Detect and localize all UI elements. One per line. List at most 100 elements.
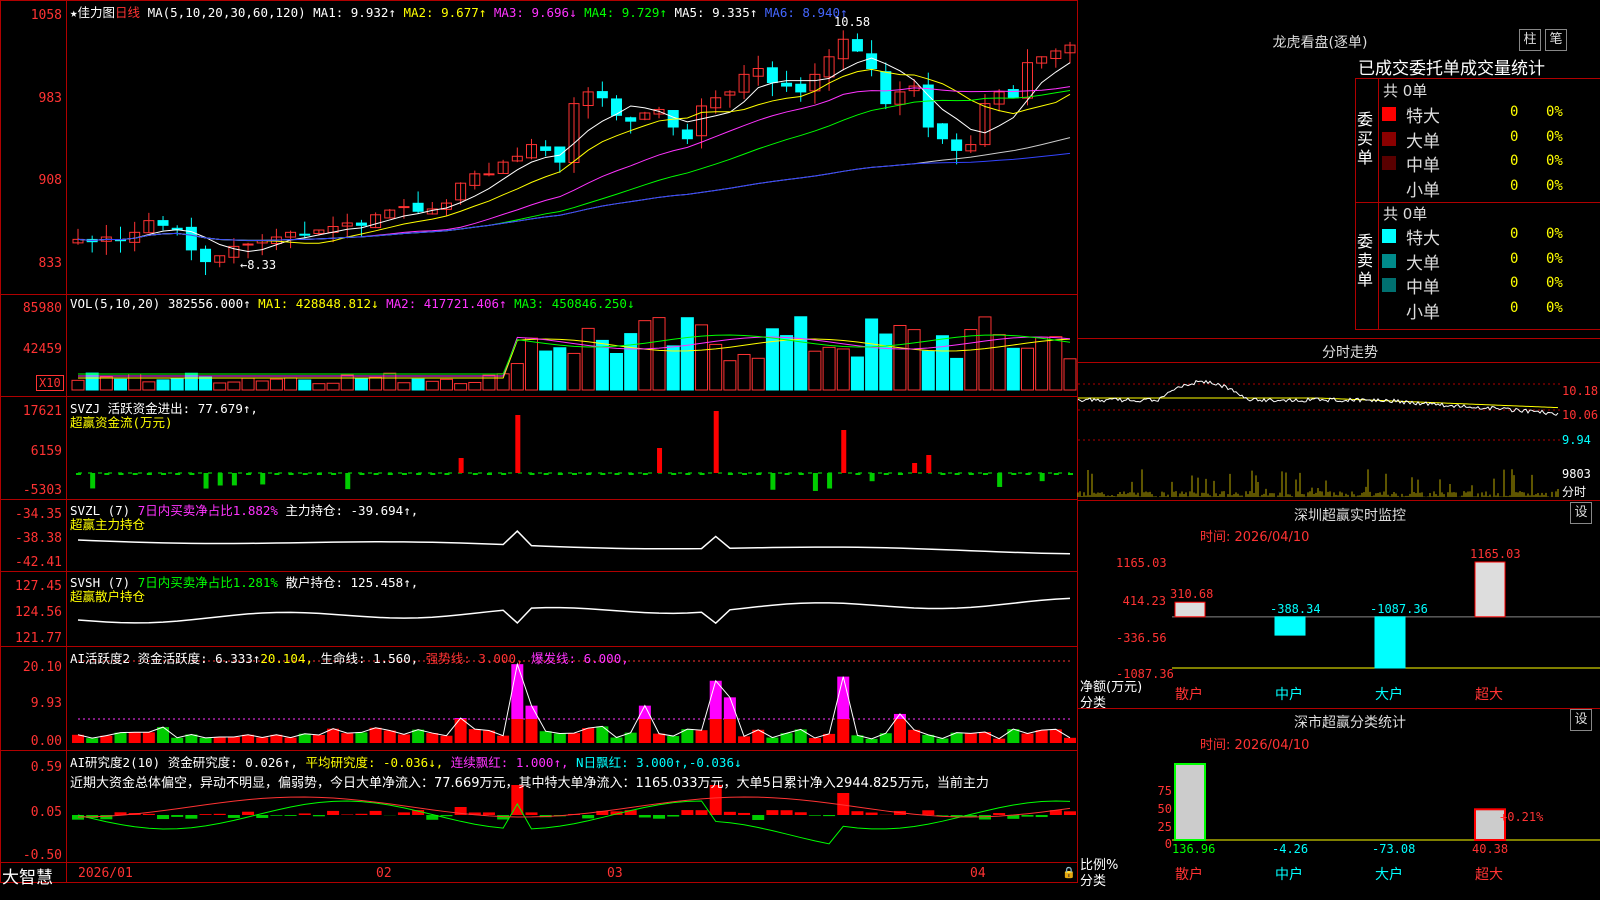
svsh-hold: 散户持仓: 125.458↑, — [285, 575, 419, 590]
svzj-bar — [104, 473, 110, 475]
ai-research-bar — [922, 810, 935, 815]
sell-side-label: 委卖单 — [1357, 232, 1374, 289]
vol-ma2: MA2: 417721.406↑ — [386, 296, 507, 311]
stats-cat-1: 中户 — [1275, 867, 1303, 883]
svzj-bar — [189, 473, 195, 475]
volume-bar — [950, 357, 964, 391]
candle-body — [398, 206, 410, 209]
vol-axis-1: 85980 — [22, 301, 62, 316]
volume-bar — [1063, 358, 1077, 391]
svzj-bar — [798, 473, 804, 475]
volume-bar — [907, 329, 921, 391]
svzj-bar — [982, 473, 988, 475]
buy-swatch-0 — [1382, 107, 1396, 121]
volume-bar — [114, 378, 128, 391]
volume-bar — [354, 378, 368, 391]
stats-cat-0: 散户 — [1175, 867, 1203, 883]
ai-research-bar — [270, 815, 283, 816]
ai-research-bar — [227, 815, 240, 818]
vol-label[interactable]: VOL(5,10,20) — [70, 296, 160, 311]
ai-research-avg-line — [77, 800, 1071, 845]
ai-active-label[interactable]: AI活跃度2 — [70, 651, 130, 666]
buy-row-pct-1: 0% — [1546, 128, 1563, 145]
ai-active-axis-1: 20.10 — [22, 660, 62, 675]
sell-row-count-0: 0 — [1510, 226, 1519, 242]
ai-research-bar — [936, 815, 949, 816]
ai-active-bar — [865, 738, 878, 743]
brand-label: 大智慧 — [2, 868, 53, 888]
volume-ma-line — [78, 338, 1071, 379]
volume-bar — [510, 363, 524, 391]
sell-row-count-3: 0 — [1510, 299, 1519, 316]
sz-monitor-time: 时间: 2026/04/10 — [1200, 530, 1310, 545]
svzj-bar — [260, 473, 266, 485]
volume-bar — [666, 345, 680, 391]
ai-active-bar — [964, 733, 977, 743]
svzj-bar — [501, 473, 507, 475]
volume-bar — [170, 378, 184, 391]
btn-bi[interactable]: 笔 — [1545, 29, 1567, 51]
volume-bar — [581, 327, 595, 391]
svzj-bar — [1011, 473, 1017, 475]
ai-active-bar — [893, 719, 906, 743]
ai-active-bar — [171, 737, 184, 743]
sz-bar-2 — [1374, 616, 1406, 669]
ai-research-bar — [525, 812, 538, 815]
ai-active-burst-bar — [837, 676, 850, 719]
ai-research-v4: N日飘红: 3.000↑, — [576, 755, 689, 770]
volume-bar — [1049, 336, 1063, 391]
lhb-label-divider — [1378, 78, 1379, 330]
volume-bar — [822, 346, 836, 391]
sz-monitor-settings[interactable]: 设 — [1570, 502, 1592, 524]
vol-axis-2: 42459 — [22, 342, 62, 357]
volume-bar — [638, 320, 652, 391]
svzl-axis-3: -42.41 — [15, 555, 62, 570]
candle-body — [951, 139, 963, 151]
svzj-bar — [912, 463, 918, 473]
sz-stats-settings[interactable]: 设 — [1570, 709, 1592, 731]
buy-row-pct-3: 0% — [1546, 177, 1563, 194]
btn-zhu[interactable]: 柱 — [1519, 29, 1541, 51]
svsh-axis-2: 124.56 — [15, 605, 62, 620]
ai-active-v4: 强势线: 3.000, — [425, 651, 524, 666]
sz-cat-1: 中户 — [1275, 687, 1303, 703]
volume-bar — [610, 353, 624, 391]
stock-name[interactable]: ★佳力图 — [70, 5, 115, 20]
ai-research-bar — [284, 815, 297, 816]
ai-research-label[interactable]: AI研究度2(10) — [70, 755, 160, 770]
chart-canvas[interactable] — [0, 0, 1078, 883]
candle-body — [157, 220, 169, 226]
low-marker: ←8.33 — [240, 258, 277, 272]
lock-icon[interactable]: 🔒 — [1062, 866, 1076, 879]
svzj-bar — [827, 473, 833, 489]
volume-bar — [439, 378, 453, 391]
svzj-bar — [444, 473, 450, 475]
stats-axis-4: 0 — [1164, 837, 1172, 851]
vol-unit-box: X10 — [36, 375, 64, 391]
svsh-line — [77, 597, 1071, 625]
svzj-bar — [331, 473, 337, 475]
ai-active-bar — [936, 738, 949, 743]
period-label[interactable]: 日线 — [115, 5, 140, 20]
ai-research-bar — [808, 815, 821, 816]
svsh-axis-3: 121.77 — [15, 631, 62, 646]
ai-research-comment: 近期大资金总体偏空，异动不明显，偏弱势，今日大单净流入：77.669万元，其中特… — [70, 776, 989, 791]
ai-active-v2: 20.104, — [260, 651, 314, 666]
candle-body — [200, 248, 212, 263]
ai-active-bar — [709, 719, 722, 743]
ai-research-bar — [794, 812, 807, 815]
svzj-bar — [557, 473, 563, 475]
candle-body — [483, 173, 495, 176]
candle-body — [625, 117, 637, 122]
ma3-value: MA3: 9.696↓ — [493, 5, 577, 20]
volume-bar — [340, 374, 354, 391]
ai-active-bar — [157, 727, 170, 743]
ai-research-bar — [667, 815, 680, 817]
svzj-bar — [600, 473, 606, 475]
svzj-bar — [90, 473, 96, 489]
volume-bar — [921, 350, 935, 391]
svzl-axis-2: -38.38 — [15, 531, 62, 546]
ai-active-bar — [695, 730, 708, 743]
ai-active-bar — [667, 736, 680, 743]
sz-axis-1: 1165.03 — [1116, 556, 1167, 570]
